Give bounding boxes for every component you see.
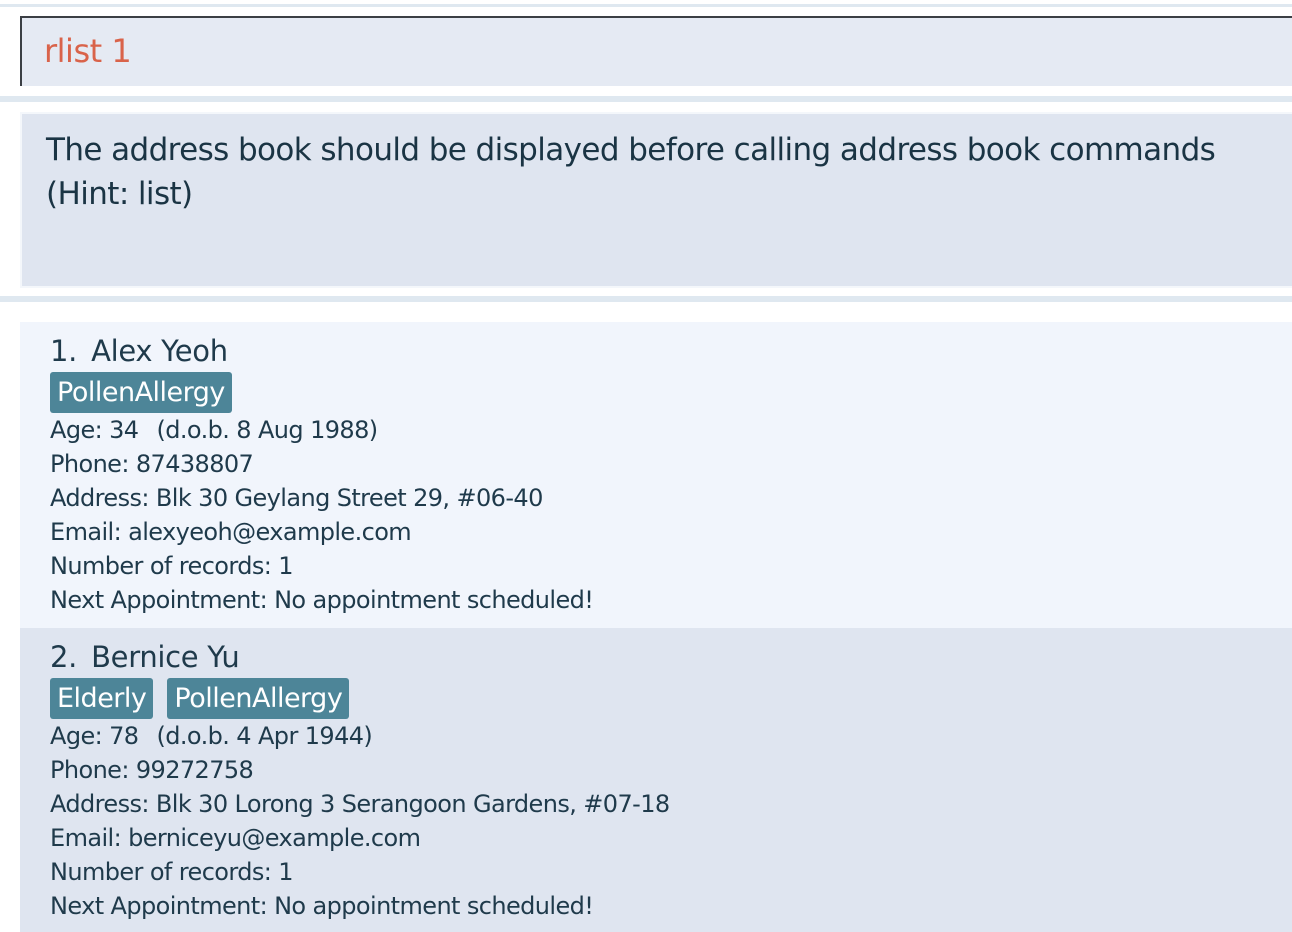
person-index: 2. <box>50 640 78 674</box>
person-name-row: 1. Alex Yeoh <box>50 334 228 368</box>
person-dob: (d.o.b. 4 Apr 1944) <box>156 722 373 750</box>
person-dob: (d.o.b. 8 Aug 1988) <box>156 416 378 444</box>
command-input[interactable]: rlist 1 <box>44 32 132 70</box>
person-appointment: Next Appointment: No appointment schedul… <box>50 892 594 920</box>
person-name: Alex Yeoh <box>91 334 228 368</box>
command-box[interactable]: rlist 1 <box>20 16 1292 86</box>
person-email: Email: alexyeoh@example.com <box>50 518 412 546</box>
result-display: The address book should be displayed bef… <box>20 112 1292 288</box>
person-age-row: Age: 78 (d.o.b. 4 Apr 1944) <box>50 722 373 750</box>
separator-command-result <box>0 96 1292 102</box>
person-age: Age: 34 <box>50 416 139 444</box>
tag: PollenAllergy <box>50 372 232 413</box>
tag-list: PollenAllergy <box>50 372 232 413</box>
person-name-row: 2. Bernice Yu <box>50 640 240 674</box>
person-email: Email: berniceyu@example.com <box>50 824 421 852</box>
person-card[interactable]: 1. Alex Yeoh PollenAllergy Age: 34 (d.o.b.… <box>20 322 1292 628</box>
tag: PollenAllergy <box>167 678 350 719</box>
person-list[interactable]: 1. Alex Yeoh PollenAllergy Age: 34 (d.o.b.… <box>20 322 1292 932</box>
result-message-line1: The address book should be displayed bef… <box>46 132 1216 168</box>
tag-list: Elderly PollenAllergy <box>50 678 350 719</box>
separator-result-list <box>0 296 1292 302</box>
result-message-line2: (Hint: list) <box>46 176 193 212</box>
person-card[interactable]: 2. Bernice Yu Elderly PollenAllergy Age: … <box>20 628 1292 932</box>
person-records: Number of records: 1 <box>50 858 294 886</box>
person-phone: Phone: 87438807 <box>50 450 254 478</box>
tag: Elderly <box>50 678 154 719</box>
person-age-row: Age: 34 (d.o.b. 8 Aug 1988) <box>50 416 378 444</box>
person-age: Age: 78 <box>50 722 139 750</box>
person-phone: Phone: 99272758 <box>50 756 254 784</box>
person-address: Address: Blk 30 Lorong 3 Serangoon Garde… <box>50 790 670 818</box>
person-address: Address: Blk 30 Geylang Street 29, #06-4… <box>50 484 543 512</box>
person-index: 1. <box>50 334 78 368</box>
person-records: Number of records: 1 <box>50 552 294 580</box>
top-separator <box>0 4 1292 7</box>
result-message: The address book should be displayed bef… <box>46 128 1266 216</box>
person-name: Bernice Yu <box>91 640 240 674</box>
person-appointment: Next Appointment: No appointment schedul… <box>50 586 594 614</box>
